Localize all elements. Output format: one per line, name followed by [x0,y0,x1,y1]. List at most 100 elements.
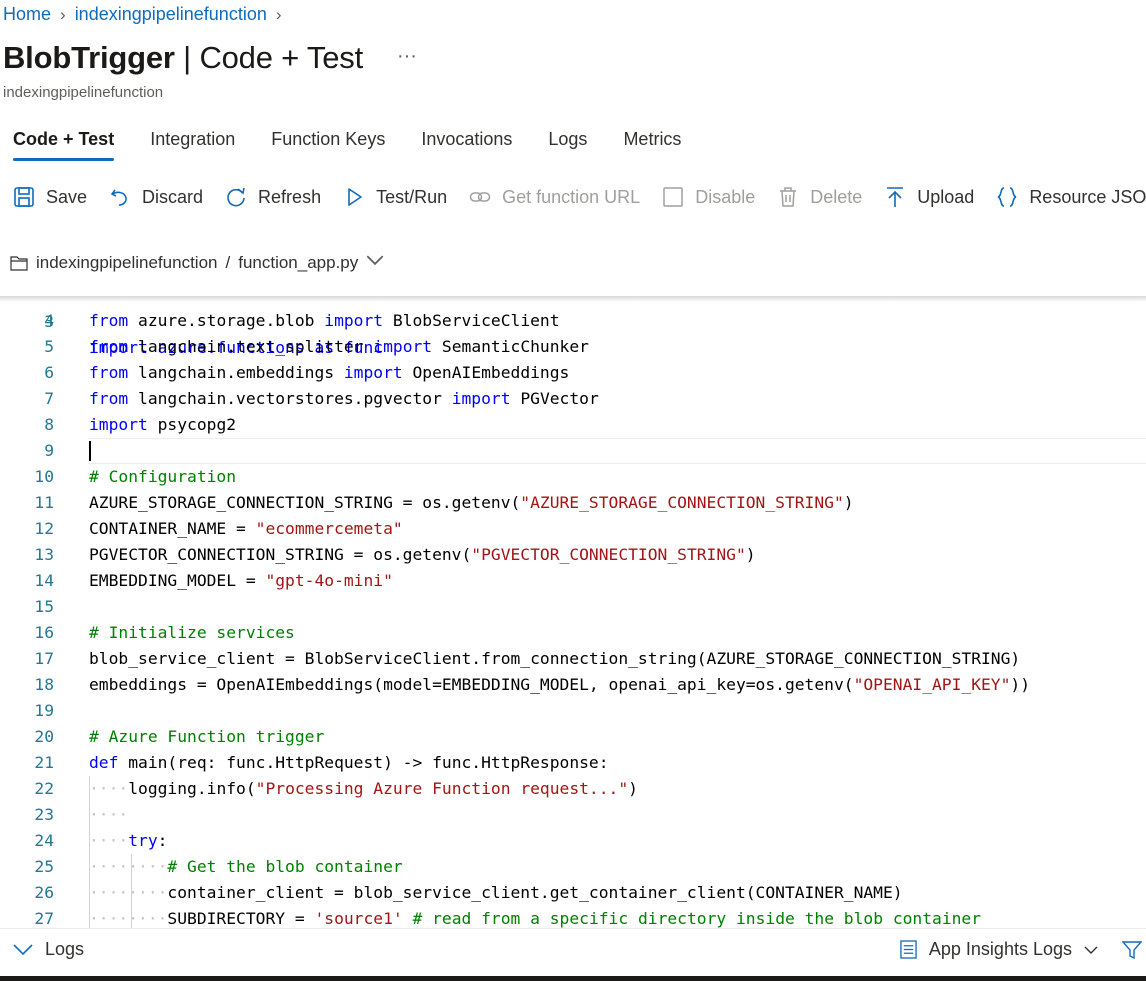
command-bar: Save Discard Refresh Test/Run Get functi… [13,186,1146,208]
line-number: 13 [34,545,54,564]
code-text: PGVECTOR_CONNECTION_STRING = os.getenv("… [89,545,756,564]
delete-button[interactable]: Delete [777,186,862,208]
code-text: import psycopg2 [89,415,237,434]
tab-logs[interactable]: Logs [548,129,587,161]
code-line-5: 5 from langchain.text_splitter import Sem… [0,334,1146,360]
get-function-url-button[interactable]: Get function URL [469,186,640,208]
code-editor[interactable]: 3 import azure.functions as func 4 from a… [0,296,1146,928]
tab-invocations[interactable]: Invocations [421,129,512,161]
line-number: 24 [34,831,54,850]
code-text: from langchain.embeddings import OpenAIE… [89,363,570,382]
code-line-21: 21 def main(req: func.HttpRequest) -> fun… [0,750,1146,776]
app-insights-logs-dropdown[interactable]: App Insights Logs [900,939,1142,960]
code-line-16: 16 # Initialize services [0,620,1146,646]
refresh-icon [227,187,245,207]
save-button[interactable]: Save [13,186,87,208]
test-run-button[interactable]: Test/Run [343,186,447,208]
taskbar-edge [0,976,1146,981]
code-line-9: 9 [0,438,1146,464]
file-path-selector: indexingpipelinefunction / function_app.… [10,252,384,273]
code-line-15: 15 [0,594,1146,620]
chevron-right-icon: › [275,4,282,24]
braces-icon [997,187,1017,207]
line-number: 23 [34,805,54,824]
code-line-26: 26 ········container_client = blob_servic… [0,880,1146,906]
line-number: 11 [34,493,54,512]
code-text: ········container_client = blob_service_… [89,883,903,902]
logs-toggle[interactable]: Logs [13,939,84,960]
breadcrumb-home-link[interactable]: Home [3,4,51,25]
filter-icon[interactable] [1122,940,1142,960]
breadcrumb: Home › indexingpipelinefunction › [3,4,282,25]
code-text: AZURE_STORAGE_CONNECTION_STRING = os.get… [89,493,854,512]
more-options-icon[interactable]: ··· [397,45,417,68]
code-text: blob_service_client = BlobServiceClient.… [89,649,1021,668]
code-line-18: 18 embeddings = OpenAIEmbeddings(model=EM… [0,672,1146,698]
line-number: 26 [34,883,54,902]
page-title: BlobTrigger | Code + Test [3,40,363,75]
line-number: 9 [44,441,54,460]
list-icon [900,940,917,959]
line-number: 20 [34,727,54,746]
line-number: 14 [34,571,54,590]
line-number: 5 [44,337,54,356]
chevron-right-icon: › [60,4,66,24]
play-icon [348,188,362,206]
code-line-6: 6 from langchain.embeddings import OpenAI… [0,360,1146,386]
tab-function-keys[interactable]: Function Keys [271,129,385,161]
tab-metrics[interactable]: Metrics [623,129,681,161]
code-line-22: 22 ····logging.info("Processing Azure Fun… [0,776,1146,802]
line-number: 4 [44,311,54,330]
breadcrumb-app-link[interactable]: indexingpipelinefunction [75,4,267,25]
line-number: 6 [44,363,54,382]
text-caret [89,441,91,461]
line-number: 27 [34,909,54,928]
code-text: # Configuration [89,467,237,486]
chevron-down-icon [1084,946,1098,954]
line-number: 19 [34,701,54,720]
undo-icon [110,189,127,206]
code-text: ········# Get the blob container [89,857,403,876]
code-line-25: 25 ········# Get the blob container [0,854,1146,880]
line-number: 17 [34,649,54,668]
code-text: EMBEDDING_MODEL = "gpt-4o-mini" [89,571,393,590]
upload-icon [887,187,904,207]
chevron-down-icon[interactable] [366,252,384,273]
page-header: BlobTrigger | Code + Test ··· [3,40,417,76]
trash-icon [780,187,797,207]
file-dropdown[interactable]: function_app.py [238,253,358,273]
line-number: 10 [34,467,54,486]
code-line-4: 4 from azure.storage.blob import BlobServ… [0,308,1146,334]
code-text: def main(req: func.HttpRequest) -> func.… [89,753,609,772]
code-text: embeddings = OpenAIEmbeddings(model=EMBE… [89,675,1031,694]
code-text: CONTAINER_NAME = "ecommercemeta" [89,519,403,538]
code-text: from langchain.text_splitter import Sema… [89,337,589,356]
line-number: 22 [34,779,54,798]
code-line-24: 24 ····try: [0,828,1146,854]
page-subtitle: indexingpipelinefunction [3,84,164,101]
code-line-12: 12 CONTAINER_NAME = "ecommercemeta" [0,516,1146,542]
code-text: ···· [89,805,129,824]
code-text: ····try: [89,831,168,850]
code-line-23: 23 ···· [0,802,1146,828]
checkbox-icon [663,187,683,207]
code-text: ····logging.info("Processing Azure Funct… [89,779,638,798]
code-text: # Azure Function trigger [89,727,325,746]
line-number: 7 [44,389,54,408]
code-line-20: 20 # Azure Function trigger [0,724,1146,750]
refresh-button[interactable]: Refresh [225,186,321,208]
save-icon [14,187,34,207]
line-number: 15 [34,597,54,616]
code-line-13: 13 PGVECTOR_CONNECTION_STRING = os.getenv… [0,542,1146,568]
upload-button[interactable]: Upload [884,186,974,208]
discard-button[interactable]: Discard [109,186,203,208]
resource-json-button[interactable]: Resource JSON [996,186,1146,208]
tab-code-test[interactable]: Code + Test [13,129,115,161]
disable-button[interactable]: Disable [662,186,755,208]
line-number: 8 [44,415,54,434]
folder-name: indexingpipelinefunction [36,252,218,272]
tab-integration[interactable]: Integration [150,129,235,161]
code-text: # Initialize services [89,623,295,642]
code-line-11: 11 AZURE_STORAGE_CONNECTION_STRING = os.g… [0,490,1146,516]
code-line-19: 19 [0,698,1146,724]
